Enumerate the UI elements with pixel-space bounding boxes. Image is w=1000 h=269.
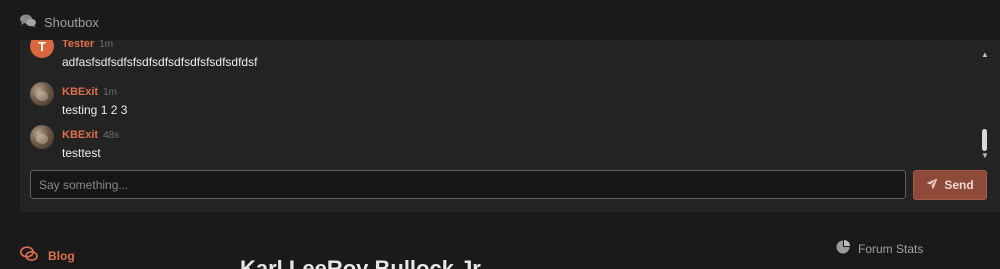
pie-chart-icon — [836, 240, 850, 257]
scrollbar-thumb[interactable] — [982, 129, 987, 151]
avatar[interactable]: T — [30, 40, 54, 58]
chat-bubbles-icon — [20, 246, 38, 265]
scroll-down-arrow-icon[interactable]: ▼ — [981, 152, 989, 160]
message-meta: Tester 1m — [62, 40, 113, 50]
forum-stats-header: Forum Stats — [836, 240, 923, 257]
message-text: testing 1 2 3 — [62, 103, 128, 117]
forum-stats-title: Forum Stats — [858, 241, 924, 256]
message-meta: KBExit 48s — [62, 129, 119, 141]
message-meta: KBExit 1m — [62, 86, 117, 98]
shoutbox-title: Shoutbox — [44, 14, 99, 30]
message-text: testtest — [62, 146, 101, 160]
scroll-up-arrow-icon[interactable]: ▲ — [981, 51, 989, 59]
send-button[interactable]: Send — [913, 170, 987, 200]
avatar[interactable] — [30, 125, 54, 149]
message-username[interactable]: Tester — [62, 40, 94, 50]
message-input[interactable] — [30, 170, 906, 199]
message-timestamp: 48s — [103, 130, 120, 141]
message-text: adfasfsdfsdfsfsdfsdfsdfsdfsfsdfsdfdsf — [62, 55, 258, 69]
message-timestamp: 1m — [99, 40, 114, 50]
paper-plane-icon — [926, 178, 938, 193]
message-username[interactable]: KBExit — [62, 86, 98, 98]
chat-bubbles-icon — [20, 14, 36, 31]
blog-title: Blog — [48, 248, 75, 263]
blog-post-title[interactable]: Karl LeeRoy Bullock Jr — [240, 256, 481, 269]
message-timestamp: 1m — [103, 87, 117, 98]
page: Shoutbox T Tester 1m adfasfsdfsdfsfsdfsdf… — [0, 0, 1000, 269]
messages-list[interactable]: T Tester 1m adfasfsdfsdfsfsdfsdfsdfsdfsfs… — [20, 40, 980, 165]
blog-header[interactable]: Blog — [20, 246, 75, 265]
shoutbox-header: Shoutbox — [20, 10, 99, 34]
avatar[interactable] — [30, 82, 54, 106]
message-username[interactable]: KBExit — [62, 129, 98, 141]
shoutbox-panel: T Tester 1m adfasfsdfsdfsfsdfsdfsdfsdfsfs… — [20, 40, 1000, 212]
send-button-label: Send — [944, 178, 974, 192]
